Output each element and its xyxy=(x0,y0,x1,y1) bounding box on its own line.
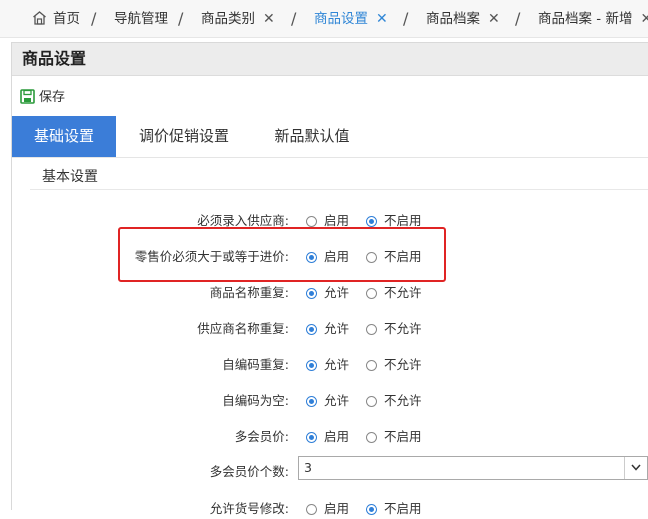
nav-tab-navigation[interactable]: 导航管理 xyxy=(114,0,168,37)
toolbar: 保存 xyxy=(12,76,648,116)
radio-button[interactable] xyxy=(306,216,317,227)
section-title: 基本设置 xyxy=(42,169,98,185)
member-price-count-select[interactable]: 3 xyxy=(298,456,648,480)
setting-row-empty-custom-code: 自编码为空: 允许 不允许 xyxy=(12,387,648,411)
tab-basic-settings[interactable]: 基础设置 xyxy=(12,116,116,157)
radio-button[interactable] xyxy=(366,324,377,335)
tab-price-promotion-settings[interactable]: 调价促销设置 xyxy=(124,116,244,157)
radio-option-allow[interactable]: 允许 xyxy=(306,282,349,301)
home-icon xyxy=(32,2,47,37)
radio-button-checked[interactable] xyxy=(306,432,317,443)
radio-button-checked[interactable] xyxy=(366,216,377,227)
close-icon[interactable]: ✕ xyxy=(488,11,500,27)
setting-row-duplicate-supplier-name: 供应商名称重复: 允许 不允许 xyxy=(12,315,648,339)
tab-new-product-defaults[interactable]: 新品默认值 xyxy=(260,116,364,157)
nav-tab-product-category[interactable]: 商品类别 ✕ xyxy=(201,0,275,37)
breadcrumb-separator: / xyxy=(178,9,184,28)
radio-option-disallow[interactable]: 不允许 xyxy=(366,282,422,301)
radio-option-allow[interactable]: 允许 xyxy=(306,390,349,409)
radio-option-enable[interactable]: 启用 xyxy=(306,246,349,265)
close-icon[interactable]: ✕ xyxy=(376,11,388,27)
radio-option-allow[interactable]: 允许 xyxy=(306,318,349,337)
radio-button[interactable] xyxy=(366,360,377,371)
nav-tab-product-archive-new[interactable]: 商品档案 - 新增✕ xyxy=(538,0,648,37)
nav-tab-product-settings[interactable]: 商品设置 ✕ xyxy=(314,0,388,37)
radio-button-checked[interactable] xyxy=(306,252,317,263)
setting-row-allow-code-edit: 允许货号修改: 启用 不启用 xyxy=(12,495,648,519)
radio-option-disable[interactable]: 不启用 xyxy=(366,498,422,517)
radio-option-disallow[interactable]: 不允许 xyxy=(366,318,422,337)
close-icon[interactable]: ✕ xyxy=(640,11,648,27)
radio-option-disallow[interactable]: 不允许 xyxy=(366,354,422,373)
page-title: 商品设置 xyxy=(12,43,648,76)
radio-option-disable[interactable]: 不启用 xyxy=(366,426,422,445)
nav-tab-bar: 首页 / 导航管理 / 商品类别 ✕ / 商品设置 ✕ / 商品档案 ✕ / 商品档案… xyxy=(0,0,648,38)
breadcrumb-separator: / xyxy=(403,9,409,28)
radio-button[interactable] xyxy=(366,288,377,299)
breadcrumb-separator: / xyxy=(291,9,297,28)
setting-row-duplicate-custom-code: 自编码重复: 允许 不允许 xyxy=(12,351,648,375)
breadcrumb-separator: / xyxy=(91,9,97,28)
radio-option-disable[interactable]: 不启用 xyxy=(366,210,422,229)
radio-button-checked[interactable] xyxy=(306,360,317,371)
radio-button[interactable] xyxy=(366,432,377,443)
radio-option-enable[interactable]: 启用 xyxy=(306,210,349,229)
radio-option-enable[interactable]: 启用 xyxy=(306,498,349,517)
breadcrumb-separator: / xyxy=(515,9,521,28)
chevron-down-icon[interactable] xyxy=(624,457,647,479)
section-divider xyxy=(30,189,648,190)
setting-row-multi-member-price: 多会员价: 启用 不启用 xyxy=(12,423,648,447)
radio-option-allow[interactable]: 允许 xyxy=(306,354,349,373)
radio-option-disallow[interactable]: 不允许 xyxy=(366,390,422,409)
nav-tab-home[interactable]: 首页 xyxy=(32,0,80,37)
radio-button[interactable] xyxy=(366,396,377,407)
setting-row-require-supplier: 必须录入供应商: 启用 不启用 xyxy=(12,207,648,231)
save-button[interactable]: 保存 xyxy=(20,86,65,105)
radio-button-checked[interactable] xyxy=(306,324,317,335)
radio-option-enable[interactable]: 启用 xyxy=(306,426,349,445)
settings-panel: 商品设置 保存 基础设置 调价促销设置 新品默认值 基本设置 必须录入供应商: … xyxy=(11,42,648,516)
save-icon xyxy=(20,89,35,104)
nav-tab-product-archive[interactable]: 商品档案 ✕ xyxy=(426,0,500,37)
radio-option-disable[interactable]: 不启用 xyxy=(366,246,422,265)
radio-button-checked[interactable] xyxy=(306,288,317,299)
radio-button[interactable] xyxy=(366,252,377,263)
settings-tabs: 基础设置 调价促销设置 新品默认值 xyxy=(12,116,648,158)
close-icon[interactable]: ✕ xyxy=(263,11,275,27)
setting-row-duplicate-name: 商品名称重复: 允许 不允许 xyxy=(12,279,648,303)
setting-row-retail-above-cost: 零售价必须大于或等于进价: 启用 不启用 xyxy=(12,243,648,267)
radio-button-checked[interactable] xyxy=(306,396,317,407)
